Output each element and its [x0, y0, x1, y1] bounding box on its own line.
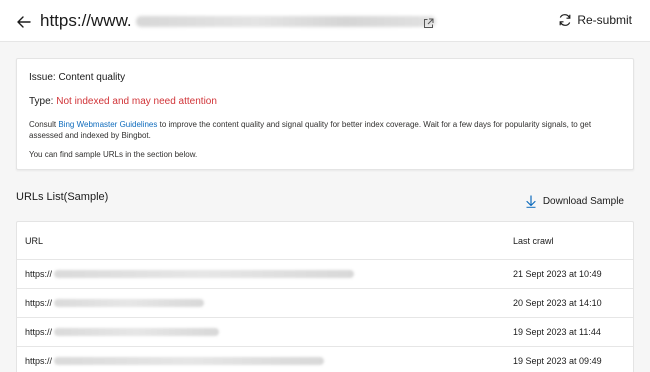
url-cell: https:// [25, 298, 205, 308]
back-button[interactable] [14, 12, 34, 32]
blurred-url [54, 328, 220, 336]
blurred-url [135, 15, 436, 27]
url-cell: https:// [25, 269, 355, 279]
type-label: Type: [29, 96, 57, 107]
last-crawl-cell: 21 Sept 2023 at 10:49 [513, 269, 602, 279]
table-row[interactable]: https:// 19 Sept 2023 at 09:49 [17, 346, 633, 372]
resubmit-button[interactable]: Re-submit [558, 13, 632, 27]
url-prefix: https:// [25, 356, 53, 366]
resubmit-label: Re-submit [577, 13, 632, 27]
table-row[interactable]: https:// 19 Sept 2023 at 11:44 [17, 317, 633, 346]
url-prefix: https:// [25, 269, 53, 279]
page-title: https://www. [40, 11, 436, 31]
type-value: Not indexed and may need attention [56, 96, 217, 107]
blurred-url [54, 357, 325, 365]
urls-table: URL Last crawl https:// 21 Sept 2023 at … [16, 221, 634, 372]
open-external-button[interactable] [423, 16, 434, 28]
open-external-icon [424, 18, 434, 28]
download-sample-button[interactable]: Download Sample [525, 195, 624, 208]
download-label: Download Sample [542, 196, 624, 207]
column-header-last-crawl: Last crawl [513, 236, 554, 246]
download-arrow-icon [526, 195, 536, 208]
column-header-url: URL [25, 236, 44, 246]
last-crawl-cell: 19 Sept 2023 at 09:49 [513, 356, 602, 366]
issue-card: Issue: Content quality Type: Not indexed… [16, 58, 634, 170]
table-row[interactable]: https:// 21 Sept 2023 at 10:49 [17, 259, 633, 288]
table-row[interactable]: https:// 20 Sept 2023 at 14:10 [17, 288, 633, 317]
url-cell: https:// [25, 327, 220, 337]
page-header: https://www. Re-submit [0, 0, 650, 42]
urls-list-title: URLs List(Sample) [16, 191, 109, 203]
url-prefix: https:// [25, 327, 53, 337]
url-cell: https:// [25, 356, 325, 366]
issue-type: Type: Not indexed and may need attention [29, 96, 217, 107]
blurred-url [54, 270, 355, 278]
guidelines-link[interactable]: Bing Webmaster Guidelines [58, 120, 157, 129]
issue-note: You can find sample URLs in the section … [29, 150, 198, 159]
desc-prefix: Consult [29, 120, 59, 129]
last-crawl-cell: 19 Sept 2023 at 11:44 [513, 327, 601, 337]
refresh-icon [559, 14, 571, 26]
arrow-left-icon [17, 16, 31, 28]
issue-title: Issue: Content quality [29, 72, 126, 83]
url-prefix: https:// [25, 298, 53, 308]
blurred-url [54, 299, 205, 307]
url-prefix: https://www. [40, 11, 132, 30]
issue-description: Consult Bing Webmaster Guidelines to imp… [29, 119, 625, 141]
last-crawl-cell: 20 Sept 2023 at 14:10 [513, 298, 602, 308]
